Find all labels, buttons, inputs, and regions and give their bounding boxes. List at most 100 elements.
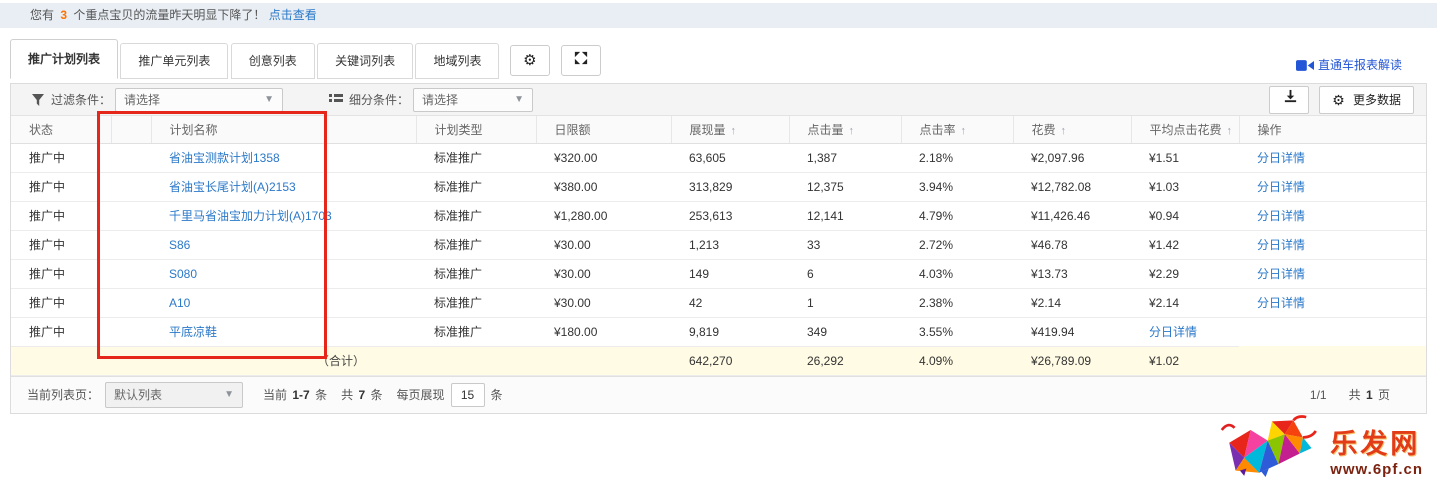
- table-row: 推广中 S080 标准推广 ¥30.00 149 6 4.03% ¥13.73 …: [11, 259, 1426, 288]
- page-indicator: 1/1: [1310, 388, 1327, 402]
- flag-cell: [111, 143, 151, 172]
- daily-detail-link[interactable]: 分日详情: [1257, 151, 1305, 165]
- tab-label: 关键词列表: [335, 54, 395, 68]
- daily-limit-cell: ¥30.00: [536, 259, 671, 288]
- table-row: 推广中 A10 标准推广 ¥30.00 42 1 2.38% ¥2.14 ¥2.…: [11, 288, 1426, 317]
- report-interpretation-link[interactable]: 直通车报表解读: [1318, 58, 1402, 72]
- col-label: 平均点击花费: [1150, 123, 1222, 137]
- list-select[interactable]: 默认列表 ▼: [105, 382, 243, 408]
- filter-select[interactable]: 请选择 ▼: [115, 88, 283, 112]
- sort-up-icon: ↑: [731, 125, 737, 137]
- plan-name-link[interactable]: S080: [169, 267, 197, 281]
- tab-label: 地域列表: [433, 54, 481, 68]
- download-button[interactable]: [1269, 86, 1309, 114]
- sort-up-icon: ↑: [1227, 125, 1233, 137]
- daily-limit-cell: ¥180.00: [536, 317, 671, 346]
- notification-prefix: 您有: [30, 8, 54, 22]
- impressions-cell: 42: [671, 288, 789, 317]
- daily-detail-link[interactable]: 分日详情: [1257, 209, 1305, 223]
- type-cell: 标准推广: [416, 288, 536, 317]
- avg-cost-cell: ¥0.94: [1131, 201, 1239, 230]
- total-count: 7: [356, 388, 367, 402]
- flag-cell: [111, 317, 151, 346]
- tab-region-list[interactable]: 地域列表: [415, 43, 499, 79]
- status-cell: 推广中: [11, 317, 111, 346]
- col-ctr-sort[interactable]: 点击率↑: [901, 116, 1013, 143]
- col-cost-sort[interactable]: 花费↑: [1013, 116, 1131, 143]
- tab-unit-list[interactable]: 推广单元列表: [120, 43, 228, 79]
- table-header-row: 状态 计划名称 计划类型 日限额 展现量↑ 点击量↑ 点击率↑ 花费↑ 平均点击…: [11, 116, 1426, 143]
- ctr-cell: 3.94%: [901, 172, 1013, 201]
- daily-detail-link[interactable]: 分日详情: [1149, 325, 1197, 339]
- settings-button[interactable]: ⚙: [510, 45, 550, 76]
- plan-name-link[interactable]: A10: [169, 296, 190, 310]
- tab-label: 创意列表: [249, 54, 297, 68]
- sort-up-icon: ↑: [849, 125, 855, 137]
- daily-detail-link[interactable]: 分日详情: [1257, 238, 1305, 252]
- fullscreen-button[interactable]: [561, 45, 601, 76]
- daily-limit-cell: ¥380.00: [536, 172, 671, 201]
- status-cell: 推广中: [11, 259, 111, 288]
- more-data-button[interactable]: ⚙ 更多数据: [1319, 86, 1414, 114]
- total-ctr: 4.09%: [901, 346, 1013, 375]
- col-clicks-sort[interactable]: 点击量↑: [789, 116, 901, 143]
- ctr-cell: 2.72%: [901, 230, 1013, 259]
- status-cell: 推广中: [11, 230, 111, 259]
- total-clicks: 26,292: [789, 346, 901, 375]
- col-status: 状态: [11, 116, 111, 143]
- tab-keyword-list[interactable]: 关键词列表: [317, 43, 413, 79]
- segment-select[interactable]: 请选择 ▼: [413, 88, 533, 112]
- clicks-cell: 12,375: [789, 172, 901, 201]
- daily-limit-cell: ¥30.00: [536, 288, 671, 317]
- table-row: 推广中 省油宝长尾计划(A)2153 标准推广 ¥380.00 313,829 …: [11, 172, 1426, 201]
- bull-logo: [1218, 415, 1326, 477]
- main-panel: 过滤条件： 请选择 ▼ 细分条件： 请选择 ▼ ⚙ 更多数据: [10, 83, 1427, 414]
- plan-name-link[interactable]: 平底凉鞋: [169, 325, 217, 339]
- status-cell: 推广中: [11, 172, 111, 201]
- per-page-label: 每页展现: [396, 386, 444, 403]
- daily-limit-cell: ¥30.00: [536, 230, 671, 259]
- ctr-cell: 2.38%: [901, 288, 1013, 317]
- cost-cell: ¥2,097.96: [1013, 143, 1131, 172]
- site-watermark: 乐发网 www.6pf.cn: [1218, 415, 1423, 477]
- cost-cell: ¥46.78: [1013, 230, 1131, 259]
- per-page-input[interactable]: [451, 383, 485, 407]
- chevron-down-icon: ▼: [514, 94, 524, 105]
- plan-name-link[interactable]: 省油宝测款计划1358: [169, 151, 280, 165]
- total-label: 共: [341, 388, 353, 402]
- flag-cell: [111, 201, 151, 230]
- plan-name-link[interactable]: 省油宝长尾计划(A)2153: [169, 180, 296, 194]
- notification-bar: 您有 3 个重点宝贝的流量昨天明显下降了！ 点击查看: [0, 3, 1437, 28]
- type-cell: 标准推广: [416, 172, 536, 201]
- avg-cost-cell: ¥2.29: [1131, 259, 1239, 288]
- col-avg-cost-sort[interactable]: 平均点击花费 ↑: [1131, 116, 1239, 143]
- ctr-cell: 2.18%: [901, 143, 1013, 172]
- total-cost: ¥26,789.09: [1013, 346, 1131, 375]
- impressions-cell: 63,605: [671, 143, 789, 172]
- tab-label: 推广计划列表: [28, 52, 100, 66]
- chevron-down-icon: ▼: [264, 94, 274, 105]
- clicks-cell: 6: [789, 259, 901, 288]
- current-label: 当前: [263, 388, 287, 402]
- type-cell: 标准推广: [416, 201, 536, 230]
- col-impressions-sort[interactable]: 展现量↑: [671, 116, 789, 143]
- current-range: 1-7: [290, 388, 311, 402]
- daily-detail-link[interactable]: 分日详情: [1257, 267, 1305, 281]
- filter-bar: 过滤条件： 请选择 ▼ 细分条件： 请选择 ▼ ⚙ 更多数据: [11, 84, 1426, 116]
- plan-name-link[interactable]: S86: [169, 238, 190, 252]
- daily-detail-link[interactable]: 分日详情: [1257, 296, 1305, 310]
- type-cell: 标准推广: [416, 259, 536, 288]
- tab-creative-list[interactable]: 创意列表: [231, 43, 315, 79]
- daily-detail-link[interactable]: 分日详情: [1257, 180, 1305, 194]
- total-action-empty: [1239, 346, 1426, 375]
- total-label: （合计）: [11, 346, 671, 375]
- site-url: www.6pf.cn: [1330, 462, 1423, 477]
- video-icon: [1296, 59, 1314, 72]
- tab-label: 推广单元列表: [138, 54, 210, 68]
- chevron-down-icon: ▼: [224, 389, 234, 400]
- plan-name-link[interactable]: 千里马省油宝加力计划(A)1703: [169, 209, 332, 223]
- notification-count: 3: [57, 8, 70, 22]
- notification-view-link[interactable]: 点击查看: [269, 8, 317, 22]
- flag-cell: [111, 230, 151, 259]
- tab-plan-list[interactable]: 推广计划列表: [10, 39, 118, 79]
